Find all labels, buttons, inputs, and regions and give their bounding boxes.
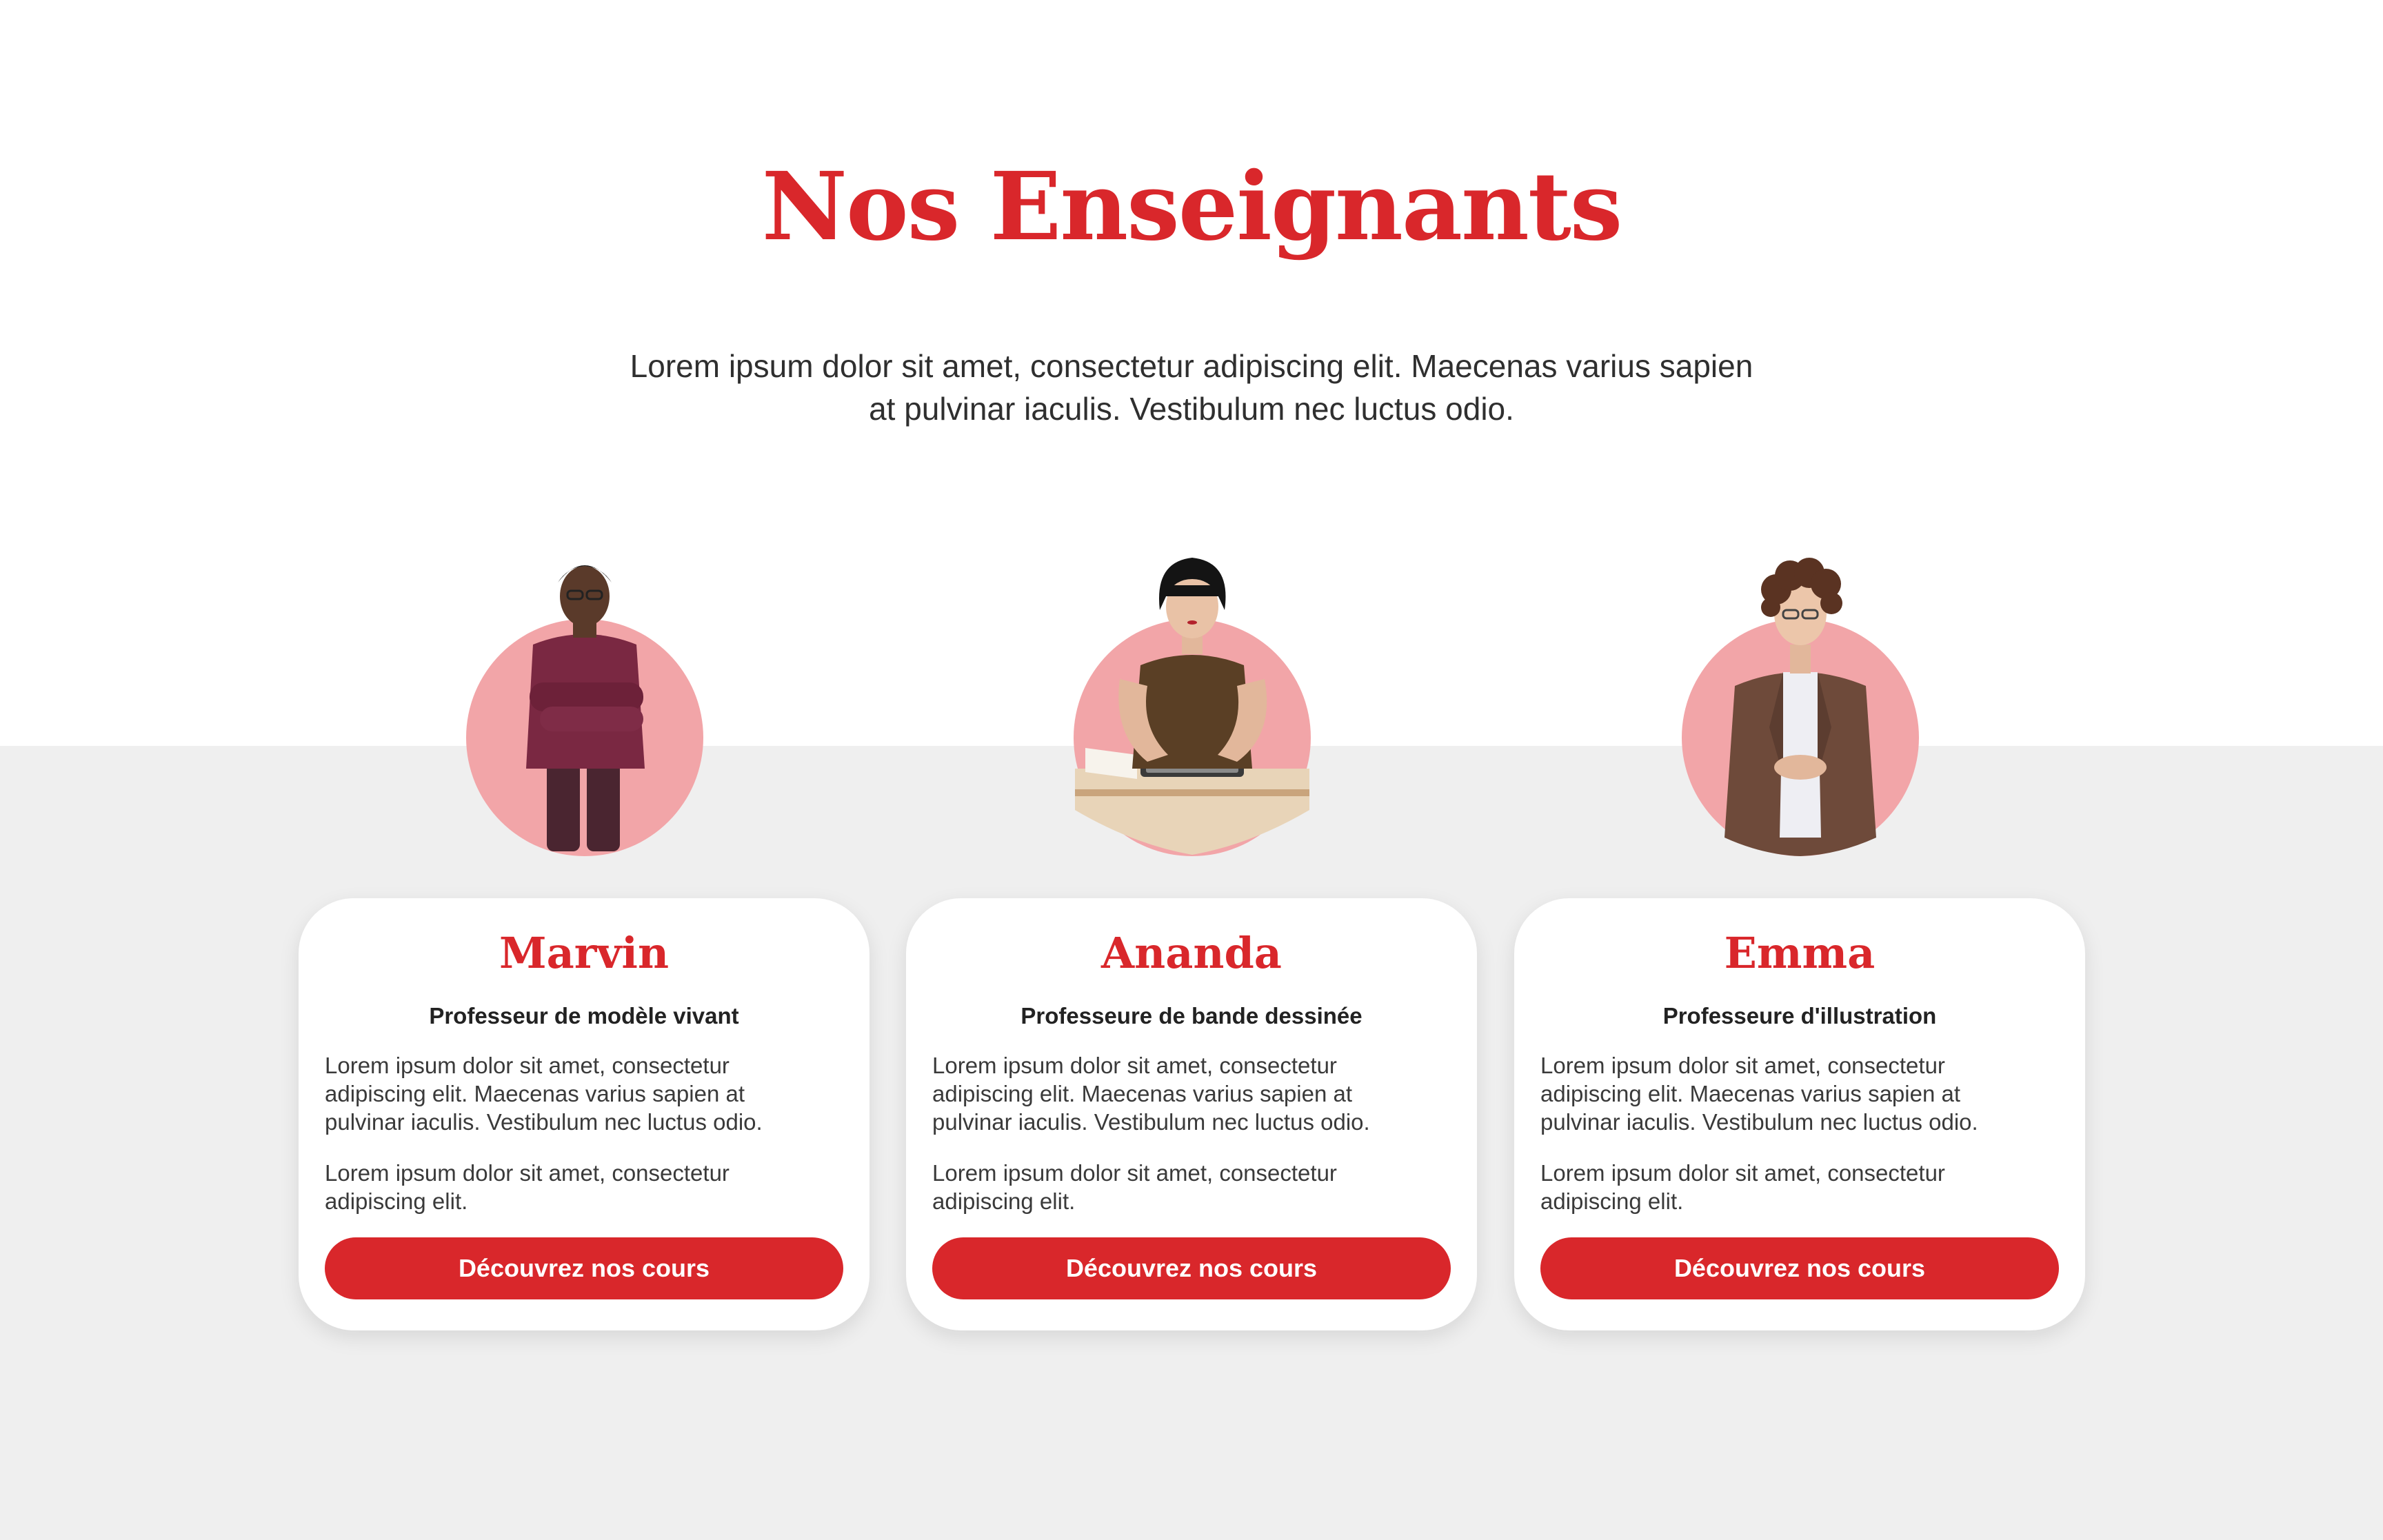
teacher-name: Emma xyxy=(1724,928,1876,978)
teacher-role: Professeure d'illustration xyxy=(1662,1003,1937,1029)
teacher-description: Lorem ipsum dolor sit amet, consectetur … xyxy=(1540,1053,1978,1135)
teacher-card: Marvin Professeur de modèle vivant Lorem… xyxy=(299,898,869,1330)
avatar-emma xyxy=(1680,548,1921,858)
teacher-name: Ananda xyxy=(1101,928,1282,978)
teacher-description-secondary: Lorem ipsum dolor sit amet, consectetur … xyxy=(325,1160,730,1214)
portrait-marvin-image xyxy=(466,565,703,856)
discover-courses-button[interactable]: Découvrez nos cours xyxy=(1540,1237,2059,1299)
teacher-description-secondary: Lorem ipsum dolor sit amet, consectetur … xyxy=(932,1160,1337,1214)
teacher-ananda: Ananda Professeure de bande dessinée Lor… xyxy=(906,548,1477,1330)
teacher-description: Lorem ipsum dolor sit amet, consectetur … xyxy=(325,1053,763,1135)
teacher-role: Professeur de modèle vivant xyxy=(429,1003,739,1029)
avatar-marvin xyxy=(464,548,705,858)
portrait-ananda-image xyxy=(1074,558,1311,856)
portrait-emma-image xyxy=(1682,558,1919,856)
discover-courses-button[interactable]: Découvrez nos cours xyxy=(932,1237,1451,1299)
teacher-marvin: Marvin Professeur de modèle vivant Lorem… xyxy=(299,548,869,1330)
section-title: Nos Enseignants xyxy=(761,152,1623,262)
teacher-card: Emma Professeure d'illustration Lorem ip… xyxy=(1514,898,2085,1330)
teacher-description: Lorem ipsum dolor sit amet, consectetur … xyxy=(932,1053,1370,1135)
teacher-emma: Emma Professeure d'illustration Lorem ip… xyxy=(1514,548,2085,1330)
teacher-description-secondary: Lorem ipsum dolor sit amet, consectetur … xyxy=(1540,1160,1945,1214)
section-intro: Lorem ipsum dolor sit amet, consectetur … xyxy=(630,348,1753,427)
teacher-card: Ananda Professeure de bande dessinée Lor… xyxy=(906,898,1477,1330)
avatar-ananda xyxy=(1072,548,1313,858)
teacher-role: Professeure de bande dessinée xyxy=(1020,1003,1363,1029)
teacher-name: Marvin xyxy=(499,928,670,978)
discover-courses-button[interactable]: Découvrez nos cours xyxy=(325,1237,843,1299)
